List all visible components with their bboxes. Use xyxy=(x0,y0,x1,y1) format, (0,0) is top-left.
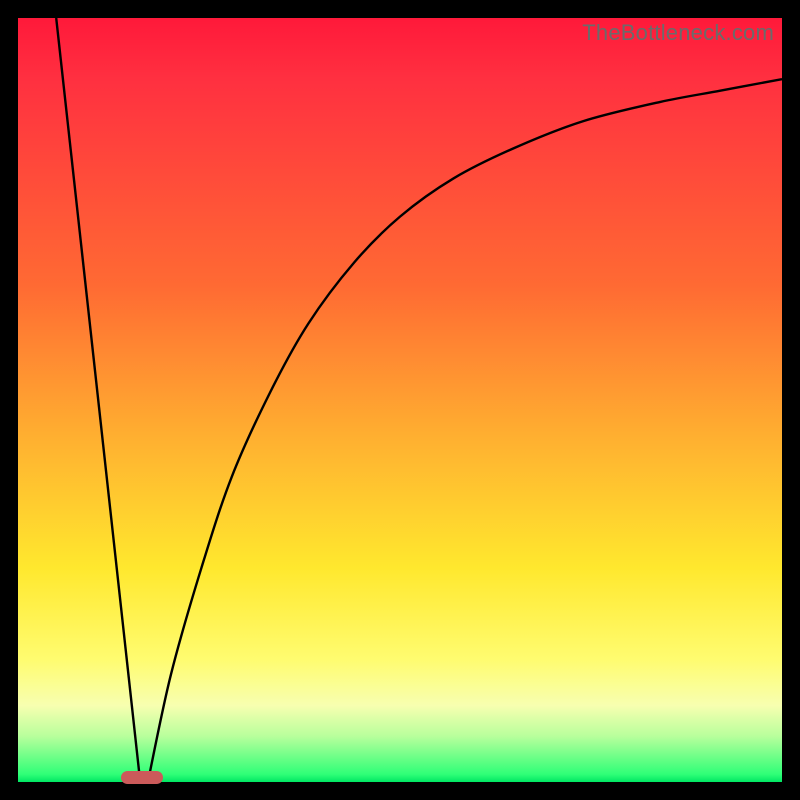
left-descending-line xyxy=(56,18,140,782)
minimum-marker xyxy=(121,771,163,784)
plot-area: TheBottleneck.com xyxy=(18,18,782,782)
curve-layer xyxy=(18,18,782,782)
right-rising-curve xyxy=(148,79,782,782)
chart-frame: TheBottleneck.com xyxy=(0,0,800,800)
